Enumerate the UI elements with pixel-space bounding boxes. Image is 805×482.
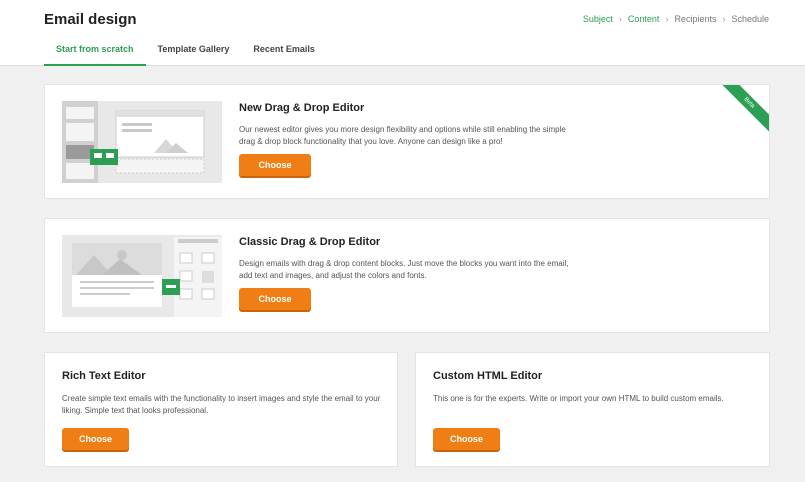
tab-recent-emails[interactable]: Recent Emails <box>241 38 327 66</box>
beta-badge: Beta <box>721 85 769 133</box>
new-dnd-choose-button[interactable]: Choose <box>239 154 311 176</box>
breadcrumb-recipients[interactable]: Recipients <box>674 14 716 24</box>
page-title: Email design <box>44 11 137 28</box>
tab-bar: Start from scratch Template Gallery Rece… <box>44 38 327 66</box>
tab-start-from-scratch[interactable]: Start from scratch <box>44 38 146 66</box>
new-dnd-description: Our newest editor gives you more design … <box>239 125 566 146</box>
chevron-right-icon: › <box>618 14 622 24</box>
beta-ribbon: Beta <box>721 85 769 133</box>
rich-text-title: Rich Text Editor <box>62 370 146 382</box>
custom-html-title: Custom HTML Editor <box>433 370 543 382</box>
rich-text-choose-button[interactable]: Choose <box>62 428 129 450</box>
top-bar: Email design Subject › Content › Recipie… <box>0 0 805 66</box>
new-dnd-editor-card: New Drag & Drop Editor Our newest editor… <box>44 84 770 199</box>
classic-dnd-thumbnail <box>62 235 222 317</box>
classic-dnd-choose-button[interactable]: Choose <box>239 288 311 310</box>
custom-html-editor-card: Custom HTML Editor This one is for the e… <box>415 352 770 467</box>
classic-dnd-editor-card: Classic Drag & Drop Editor Design emails… <box>44 218 770 333</box>
rich-text-description: Create simple text emails with the funct… <box>62 394 381 415</box>
tab-template-gallery[interactable]: Template Gallery <box>146 38 242 66</box>
breadcrumb: Subject › Content › Recipients › Schedul… <box>583 14 769 24</box>
classic-dnd-title: Classic Drag & Drop Editor <box>239 236 381 248</box>
custom-html-choose-button[interactable]: Choose <box>433 428 500 450</box>
breadcrumb-subject[interactable]: Subject <box>583 14 613 24</box>
new-dnd-title: New Drag & Drop Editor <box>239 102 365 114</box>
new-dnd-thumbnail <box>62 101 222 183</box>
breadcrumb-schedule[interactable]: Schedule <box>731 14 769 24</box>
custom-html-description: This one is for the experts. Write or im… <box>433 394 724 403</box>
breadcrumb-content[interactable]: Content <box>628 14 660 24</box>
new-dnd-illustration <box>62 101 205 183</box>
chevron-right-icon: › <box>722 14 726 24</box>
classic-dnd-illustration <box>72 237 222 317</box>
rich-text-editor-card: Rich Text Editor Create simple text emai… <box>44 352 398 467</box>
classic-dnd-description: Design emails with drag & drop content b… <box>239 259 569 280</box>
chevron-right-icon: › <box>665 14 669 24</box>
